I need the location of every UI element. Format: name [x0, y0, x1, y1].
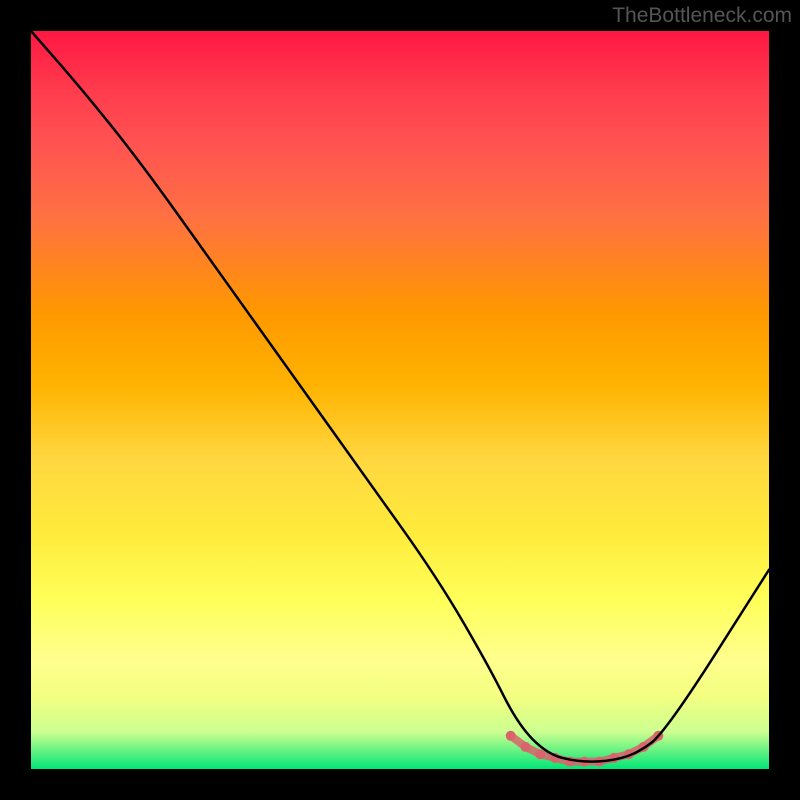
watermark-text: TheBottleneck.com [612, 4, 792, 28]
bottleneck-chart [31, 31, 769, 769]
optimal-marker [520, 742, 530, 752]
optimal-marker [506, 731, 516, 741]
optimal-marker [535, 749, 545, 759]
bottleneck-curve-line [31, 31, 769, 762]
